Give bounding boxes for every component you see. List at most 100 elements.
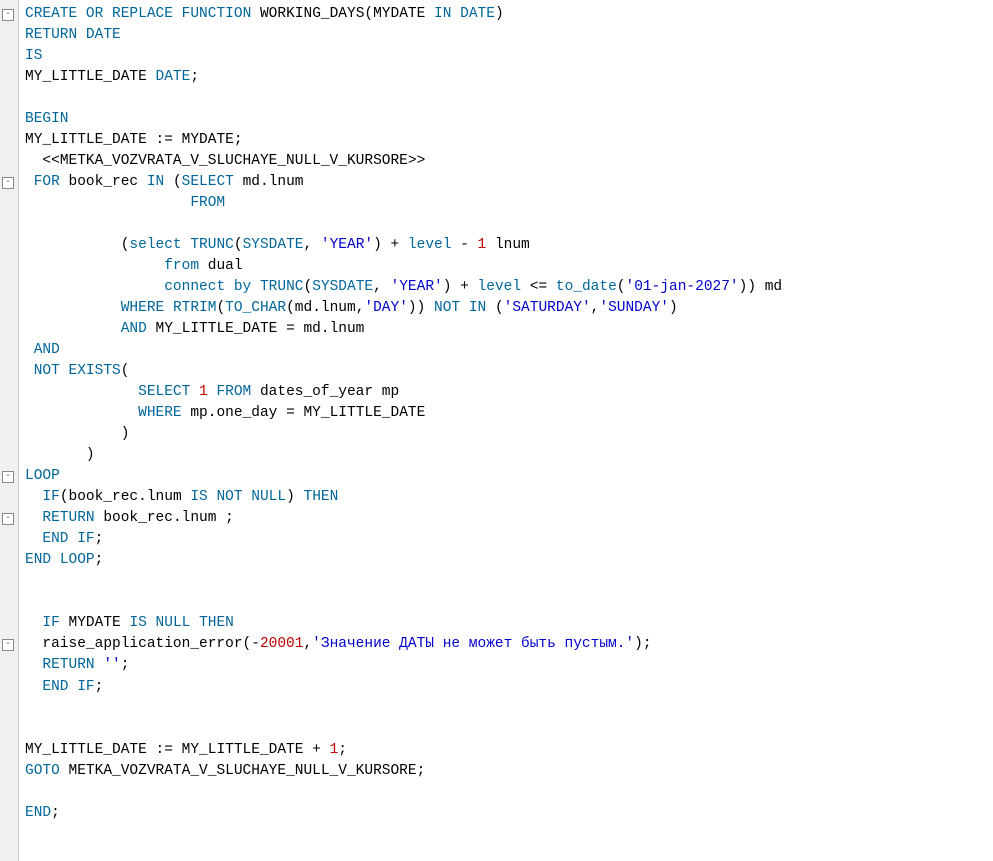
token-ident: lnum (182, 510, 217, 526)
token-op (60, 615, 69, 631)
code-line: END; (25, 803, 987, 824)
token-kw: CREATE (25, 6, 77, 22)
token-ident: dates_of_year (260, 384, 373, 400)
token-num: 20001 (260, 636, 304, 652)
token-op (451, 279, 460, 295)
token-kw: FROM (190, 195, 225, 211)
token-op (25, 237, 121, 253)
token-op (25, 258, 164, 274)
token-ident: raise_application_error (42, 636, 242, 652)
token-op (521, 279, 530, 295)
code-line: NOT EXISTS( (25, 361, 987, 382)
token-kw: LOOP (60, 552, 95, 568)
token-punc: ; (225, 510, 234, 526)
token-punc: + (312, 742, 321, 758)
token-kw: IS (190, 489, 207, 505)
token-op (469, 279, 478, 295)
code-line (25, 88, 987, 109)
code-line: MY_LITTLE_DATE := MYDATE; (25, 130, 987, 151)
token-op (225, 279, 234, 295)
token-kw: by (234, 279, 251, 295)
code-line (25, 592, 987, 613)
token-kw: REPLACE (112, 6, 173, 22)
token-kw: WHERE (121, 300, 165, 316)
token-punc: . (173, 510, 182, 526)
code-line: LOOP (25, 466, 987, 487)
token-kw: IS (129, 615, 146, 631)
code-line: IS (25, 46, 987, 67)
token-op (199, 258, 208, 274)
fold-toggle-icon[interactable]: - (2, 471, 14, 483)
token-kw: IF (42, 615, 59, 631)
code-line: BEGIN (25, 109, 987, 130)
token-ident: mp (382, 384, 399, 400)
token-op (60, 763, 69, 779)
token-kw: FUNCTION (182, 6, 252, 22)
fold-gutter: - - - - - (0, 0, 19, 861)
token-op (469, 237, 478, 253)
token-ident: METKA_VOZVRATA_V_SLUCHAYE_NULL_V_KURSORE (60, 153, 408, 169)
code-line: RETURN book_rec.lnum ; (25, 508, 987, 529)
token-kw: DATE (86, 27, 121, 43)
token-op (25, 447, 86, 463)
token-op (173, 132, 182, 148)
code-line: MY_LITTLE_DATE DATE; (25, 67, 987, 88)
token-kw: IF (77, 531, 94, 547)
token-op (190, 384, 199, 400)
code-line (25, 214, 987, 235)
token-op (25, 489, 42, 505)
fold-toggle-icon[interactable]: - (2, 639, 14, 651)
token-kw: RETURN (25, 27, 77, 43)
token-punc: , (303, 636, 312, 652)
token-kw: AND (121, 321, 147, 337)
token-kw: NULL (251, 489, 286, 505)
token-op (382, 279, 391, 295)
fold-toggle-icon[interactable]: - (2, 513, 14, 525)
token-ident: mp (190, 405, 207, 421)
token-punc: ; (234, 132, 243, 148)
token-op (60, 363, 69, 379)
token-ident: lnum (147, 489, 182, 505)
token-kw: connect (164, 279, 225, 295)
token-op (147, 742, 156, 758)
token-kw: IN (469, 300, 486, 316)
fold-toggle-icon[interactable]: - (2, 9, 14, 21)
token-op (25, 531, 42, 547)
token-punc: ; (121, 657, 130, 673)
token-punc: >> (408, 153, 425, 169)
token-kw: SYSDATE (312, 279, 373, 295)
code-line: IF MYDATE IS NULL THEN (25, 613, 987, 634)
token-punc: ; (51, 805, 60, 821)
token-punc: . (321, 321, 330, 337)
token-op (547, 279, 556, 295)
token-op (51, 552, 60, 568)
code-line: RETURN ''; (25, 655, 987, 676)
token-op (216, 510, 225, 526)
token-op (60, 174, 69, 190)
token-kw: RETURN (42, 510, 94, 526)
token-punc: ) (86, 447, 95, 463)
token-op (373, 384, 382, 400)
token-op (147, 69, 156, 85)
token-op (25, 510, 42, 526)
code-line (25, 782, 987, 803)
token-punc: ; (95, 679, 104, 695)
token-op (486, 237, 495, 253)
token-kw: SELECT (138, 384, 190, 400)
token-kw: TRUNC (260, 279, 304, 295)
token-op (234, 174, 243, 190)
token-op (25, 300, 121, 316)
token-op (77, 6, 86, 22)
token-op (25, 195, 190, 211)
token-op (312, 237, 321, 253)
token-op (164, 174, 173, 190)
token-kw: END (42, 679, 68, 695)
token-punc: + (460, 279, 469, 295)
token-punc: ( (234, 237, 243, 253)
token-ident: md (303, 321, 320, 337)
token-ident: md (295, 300, 312, 316)
fold-toggle-icon[interactable]: - (2, 177, 14, 189)
token-kw: NULL (156, 615, 191, 631)
token-punc: + (391, 237, 400, 253)
token-kw: EXISTS (69, 363, 121, 379)
